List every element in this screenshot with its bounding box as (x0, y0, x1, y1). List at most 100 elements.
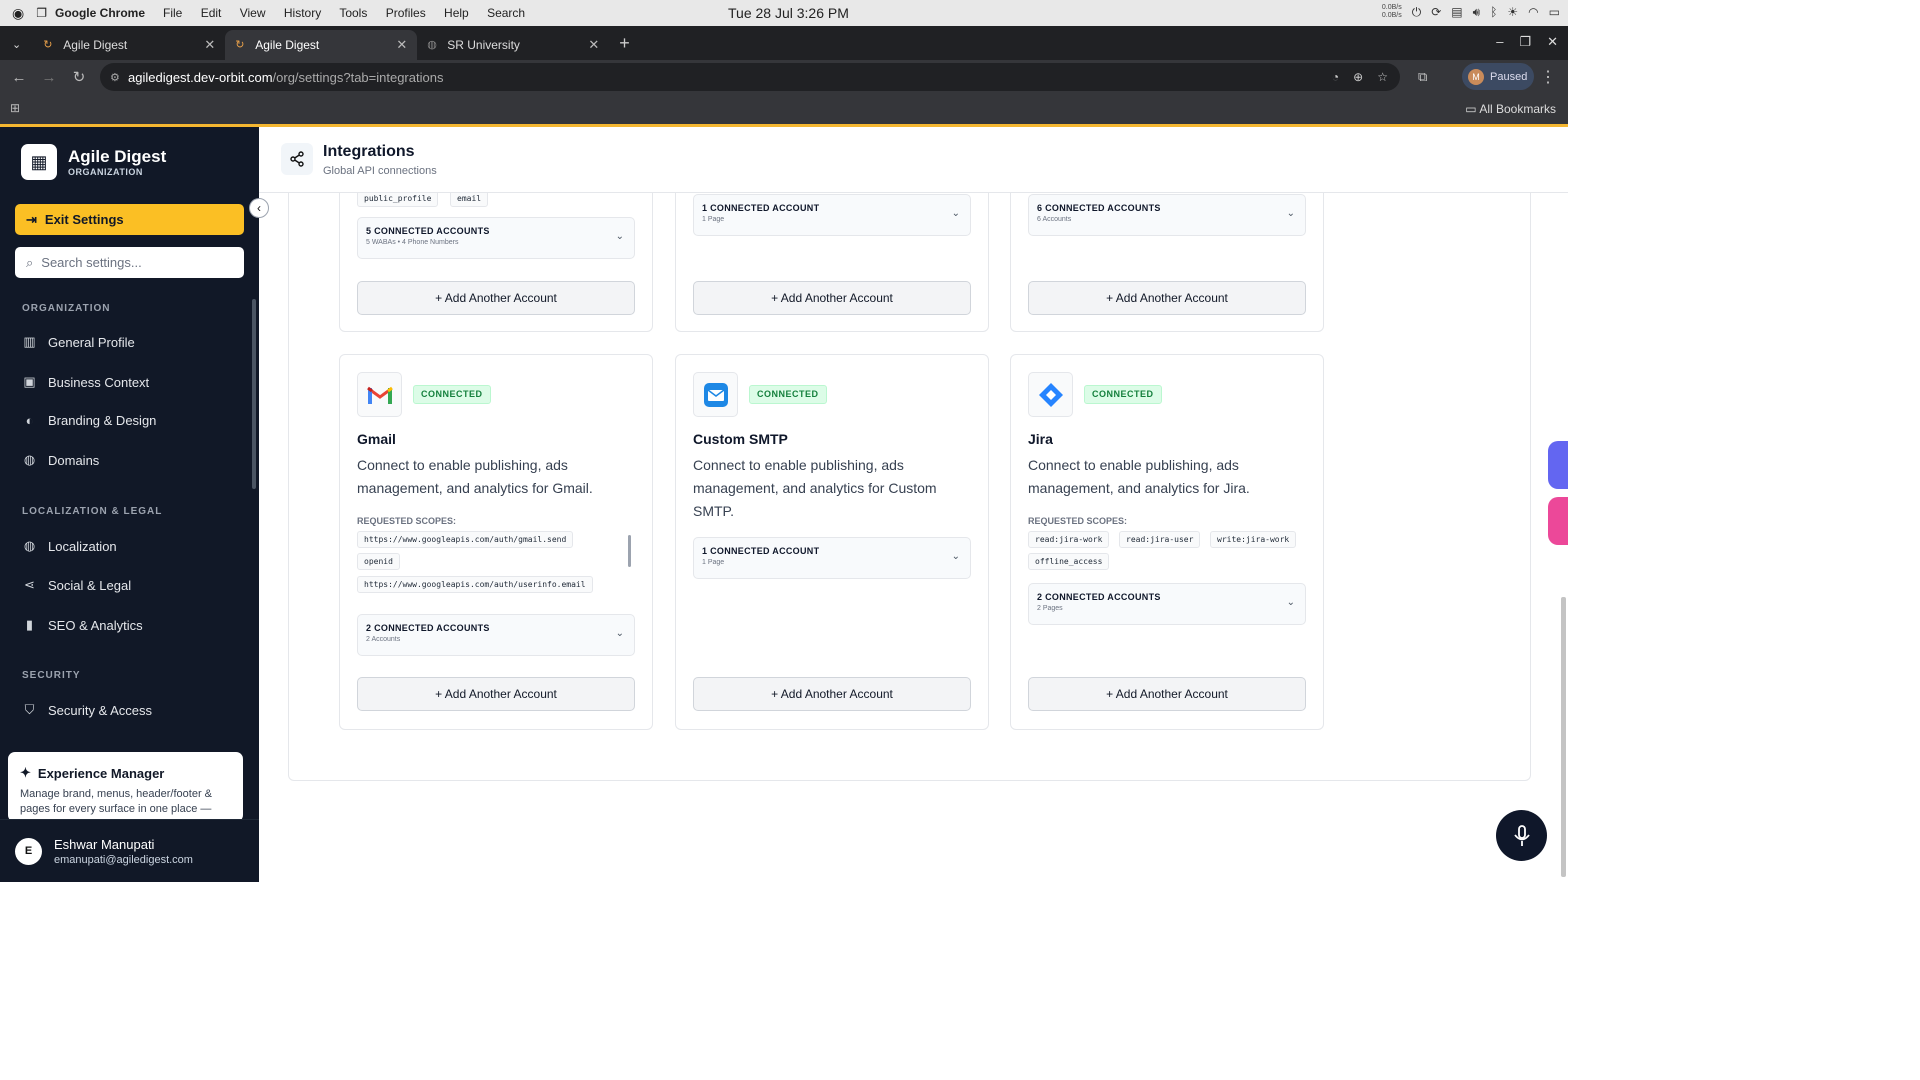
apps-grid-icon[interactable]: ⊞ (10, 101, 20, 115)
profile-button[interactable]: M Paused (1462, 63, 1534, 90)
chrome-menu-icon[interactable]: ⋮ (1540, 67, 1556, 87)
menu-file[interactable]: File (163, 6, 182, 20)
close-window-icon[interactable]: ✕ (1547, 34, 1558, 50)
sidebar-item-business-context[interactable]: ▣ Business Context (22, 374, 149, 390)
sidebar-item-domains[interactable]: ◍ Domains (22, 452, 99, 468)
close-tab-icon[interactable]: ✕ (588, 37, 599, 53)
sync-icon[interactable]: ⟳ (1431, 5, 1441, 19)
integration-name: Gmail (357, 431, 396, 447)
minimize-icon[interactable]: – (1496, 34, 1503, 50)
connected-accounts-dropdown[interactable]: 6 CONNECTED ACCOUNTS 6 Accounts ⌄ (1028, 194, 1306, 236)
wifi-icon[interactable]: ◠ (1528, 5, 1538, 19)
sidebar-item-social-legal[interactable]: ⋖ Social & Legal (22, 577, 131, 593)
connected-accounts-dropdown[interactable]: 1 CONNECTED ACCOUNT 1 Page ⌄ (693, 537, 971, 579)
connected-accounts-dropdown[interactable]: 5 CONNECTED ACCOUNTS 5 WABAs • 4 Phone N… (357, 217, 635, 259)
favicon-icon: ↻ (235, 39, 245, 51)
page-header: Integrations Global API connections (259, 127, 1568, 193)
profile-status: Paused (1490, 70, 1528, 83)
power-icon[interactable]: ⏻ (1412, 5, 1422, 20)
briefcase-icon: ▣ (23, 374, 36, 389)
integration-desc: Connect to enable publishing, ads manage… (1028, 457, 1250, 496)
close-tab-icon[interactable]: ✕ (396, 37, 407, 53)
forward-icon[interactable]: → (34, 69, 64, 86)
tab-search-icon[interactable]: ⌄ (12, 38, 21, 51)
collapse-sidebar-button[interactable]: ‹ (249, 198, 269, 218)
accounts-sub: 6 Accounts (1037, 216, 1072, 223)
sidebar-item-security-access[interactable]: ⛉ Security & Access (22, 702, 152, 718)
sidebar-item-seo-analytics[interactable]: ▮ SEO & Analytics (22, 617, 143, 633)
browser-tabstrip: ⌄ ↻ Agile Digest ✕ ↻ Agile Digest ✕ ◍ SR… (0, 26, 1568, 60)
scopes-scrollbar[interactable] (628, 535, 631, 567)
exit-settings-button[interactable]: ⇥ Exit Settings (15, 204, 244, 235)
window-switch-icon[interactable]: ❐ (36, 6, 47, 20)
add-account-button[interactable]: + Add Another Account (1028, 281, 1306, 315)
experience-manager-card[interactable]: ✦ Experience Manager Manage brand, menus,… (8, 752, 243, 822)
tab-title: Agile Digest (255, 38, 320, 52)
volume-icon[interactable]: 🔊︎ (1473, 5, 1481, 20)
settings-search-input[interactable]: ⌕ Search settings... (15, 247, 244, 278)
main-content: Integrations Global API connections publ… (259, 127, 1568, 882)
all-bookmarks[interactable]: ▭ All Bookmarks (1465, 102, 1556, 116)
floating-tab-pink[interactable] (1548, 497, 1568, 545)
app-name: Google Chrome (54, 6, 145, 20)
clipboard-icon[interactable]: ▤ (1451, 5, 1462, 19)
clock[interactable]: Tue 28 Jul 3:26 PM (728, 5, 849, 21)
integration-card-jira: CONNECTED Jira Connect to enable publish… (1010, 354, 1324, 730)
restore-icon[interactable]: ❐ (1519, 34, 1531, 50)
voice-assistant-button[interactable] (1496, 810, 1547, 861)
add-account-button[interactable]: + Add Another Account (693, 281, 971, 315)
address-actions: ◔ ⊕ ☆ (1332, 70, 1388, 84)
add-account-button[interactable]: + Add Another Account (357, 281, 635, 315)
user-profile[interactable]: E Eshwar Manupati emanupati@agiledigest.… (0, 819, 259, 882)
bookmark-star-icon[interactable]: ☆ (1377, 70, 1388, 84)
zoom-icon[interactable]: ⊕ (1353, 70, 1363, 84)
back-icon[interactable]: ← (4, 69, 34, 86)
org-type: ORGANIZATION (68, 167, 143, 177)
status-badge: CONNECTED (749, 385, 827, 404)
chevron-down-icon: ⌄ (951, 208, 960, 219)
reload-icon[interactable]: ↻ (64, 68, 94, 86)
address-bar[interactable]: ⚙ agiledigest.dev-orbit.com/org/settings… (100, 63, 1400, 91)
close-tab-icon[interactable]: ✕ (204, 37, 215, 53)
tab-agile-digest-1[interactable]: ↻ Agile Digest ✕ (33, 30, 225, 60)
sidebar-item-branding-design[interactable]: ◐ Branding & Design (22, 413, 157, 428)
bluetooth-icon[interactable]: ᛒ (1490, 5, 1497, 19)
cast-icon[interactable]: ◔ (1332, 70, 1339, 84)
integration-card-gmail: CONNECTED Gmail Connect to enable publis… (339, 354, 653, 730)
experience-title: Experience Manager (37, 765, 165, 781)
org-brand: ▦ Agile Digest ORGANIZATION (21, 144, 166, 180)
site-info-icon[interactable]: ⚙ (110, 71, 120, 84)
new-tab-button[interactable]: + (619, 33, 630, 54)
all-bookmarks-label: All Bookmarks (1479, 102, 1556, 116)
system-menubar: ◉ ❐ Google Chrome File Edit View History… (0, 0, 1568, 26)
brightness-icon[interactable]: ☀︎ (1507, 5, 1518, 19)
connected-accounts-dropdown[interactable]: 2 CONNECTED ACCOUNTS 2 Pages ⌄ (1028, 583, 1306, 625)
battery-icon[interactable]: ▭ (1549, 5, 1560, 19)
tab-agile-digest-2[interactable]: ↻ Agile Digest ✕ (225, 30, 418, 60)
floating-tab-purple[interactable] (1548, 441, 1568, 489)
sidebar-item-localization[interactable]: ◍ Localization (22, 538, 117, 554)
scopes-label: REQUESTED SCOPES: (357, 516, 457, 526)
status-badge: CONNECTED (413, 385, 491, 404)
menu-history[interactable]: History (284, 6, 321, 20)
sidebar-item-general-profile[interactable]: ▥ General Profile (22, 334, 134, 350)
connected-accounts-dropdown[interactable]: 2 CONNECTED ACCOUNTS 2 Accounts ⌄ (357, 614, 635, 656)
menu-search[interactable]: Search (487, 6, 525, 20)
menu-help[interactable]: Help (444, 6, 469, 20)
main-scrollbar[interactable] (1561, 597, 1566, 877)
sidebar-scrollbar[interactable] (252, 299, 256, 489)
tab-sr-university[interactable]: ◍ SR University ✕ (417, 30, 609, 60)
menu-edit[interactable]: Edit (201, 6, 222, 20)
connected-accounts-dropdown[interactable]: 1 CONNECTED ACCOUNT 1 Page ⌄ (693, 194, 971, 236)
add-account-button[interactable]: + Add Another Account (357, 677, 635, 711)
menu-tools[interactable]: Tools (339, 6, 367, 20)
add-account-button[interactable]: + Add Another Account (1028, 677, 1306, 711)
menu-profiles[interactable]: Profiles (386, 6, 426, 20)
os-logo-icon[interactable]: ◉ (12, 5, 24, 22)
menu-view[interactable]: View (240, 6, 266, 20)
extensions-icon[interactable]: ⧉ (1418, 69, 1427, 85)
add-account-button[interactable]: + Add Another Account (693, 677, 971, 711)
org-name: Agile Digest (68, 147, 167, 166)
chevron-down-icon: ⌄ (951, 551, 960, 562)
palette-icon: ◐ (25, 413, 34, 428)
